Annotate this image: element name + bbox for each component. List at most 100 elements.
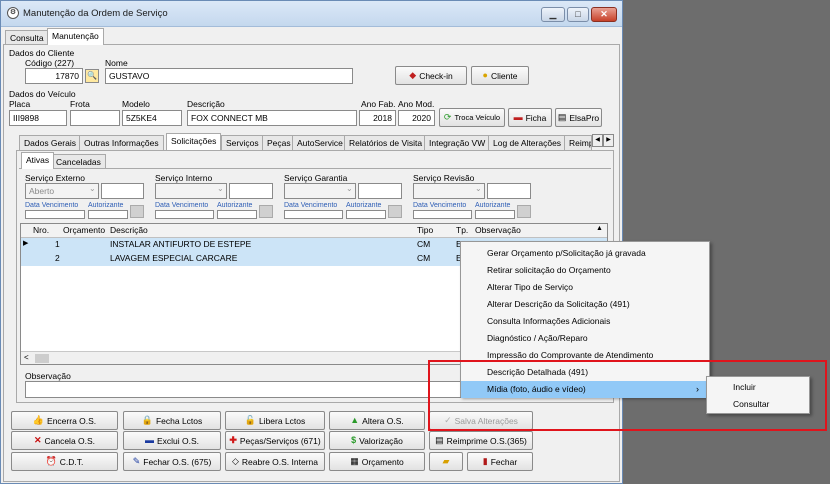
tab-manutencao[interactable]: Manutenção [47, 28, 104, 45]
scroll-up-icon[interactable]: ▲ [596, 225, 603, 232]
autorizante-search-icon[interactable] [259, 205, 273, 218]
fechar-os-button[interactable]: ✎ Fechar O.S. (675) [123, 452, 221, 471]
anomod-field[interactable]: 2020 [398, 110, 435, 126]
servico-externo-label: Serviço Externo [25, 173, 85, 183]
tab-autoservice[interactable]: AutoService [292, 135, 348, 150]
col-tp[interactable]: Tp. [456, 225, 468, 235]
tab-pecas[interactable]: Peças [262, 135, 296, 150]
tab-scroll-left-icon[interactable]: ◀ [592, 134, 603, 147]
autorizante-field[interactable] [346, 210, 386, 219]
frota-label: Frota [70, 99, 90, 109]
tab-canceladas[interactable]: Canceladas [51, 154, 106, 169]
folder-button[interactable]: ▰ [429, 452, 463, 471]
chevron-down-icon: ⌄ [346, 184, 353, 193]
car-icon: ▬ [513, 112, 523, 122]
col-orcamento[interactable]: Orçamento [63, 225, 105, 235]
autorizante-label: Autorizante [88, 202, 124, 209]
autorizante-field[interactable] [217, 210, 257, 219]
servico-garantia-label: Serviço Garantia [284, 173, 348, 183]
search-client-icon[interactable]: 🔍 [85, 69, 99, 83]
autorizante-search-icon[interactable] [130, 205, 144, 218]
valorizacao-button[interactable]: $ Valorização [329, 431, 425, 450]
data-vencimento-field[interactable] [284, 210, 343, 219]
exclui-os-button[interactable]: ▬ Exclui O.S. [123, 431, 221, 450]
servico-revisao-code[interactable] [487, 183, 531, 199]
tab-integracao-vw[interactable]: Integração VW [424, 135, 491, 150]
col-descricao[interactable]: Descrição [110, 225, 148, 235]
data-vencimento-label: Data Vencimento [413, 202, 467, 209]
tab-scroll-right-icon[interactable]: ▶ [603, 134, 614, 147]
modelo-field[interactable]: 5Z5KE4 [122, 110, 182, 126]
printer-icon: ▤ [435, 435, 444, 445]
tab-solicitacoes[interactable]: Solicitações [166, 133, 222, 150]
title-bar[interactable]: ⚙ Manutenção da Ordem de Serviço ▁ □ ✕ [1, 1, 622, 27]
cancela-os-button[interactable]: ✕ Cancela O.S. [11, 431, 118, 450]
col-observacao[interactable]: Observação [475, 225, 521, 235]
menu-gerar-orcamento[interactable]: Gerar Orçamento p/Solicitação já gravada [461, 245, 709, 262]
scroll-left-icon[interactable]: < [24, 353, 29, 362]
col-nro[interactable]: Nro. [33, 225, 49, 235]
codigo-field[interactable]: 17870 [25, 68, 83, 84]
user-icon: ● [482, 70, 488, 80]
tab-outras-informacoes[interactable]: Outras Informações [79, 135, 164, 150]
tab-reimp[interactable]: Reimp [564, 135, 592, 150]
nome-field[interactable]: GUSTAVO [105, 68, 353, 84]
reabre-os-button[interactable]: ◇ Reabre O.S. Interna [225, 452, 325, 471]
descricao-field[interactable]: FOX CONNECT MB [187, 110, 357, 126]
libera-lctos-button[interactable]: 🔓 Libera Lctos [225, 411, 325, 430]
data-vencimento-field[interactable] [155, 210, 214, 219]
placa-field[interactable]: III9898 [9, 110, 67, 126]
menu-alterar-tipo-servico[interactable]: Alterar Tipo de Serviço [461, 279, 709, 296]
data-vencimento-field[interactable] [413, 210, 472, 219]
cliente-section-label: Dados do Cliente [9, 48, 75, 58]
placa-label: Placa [9, 99, 31, 109]
servico-externo-select[interactable]: Aberto [25, 183, 99, 199]
autorizante-search-icon[interactable] [517, 205, 531, 218]
menu-diagnostico[interactable]: Diagnóstico / Ação/Reparo [461, 330, 709, 347]
troca-veiculo-button[interactable]: ⟳ Troca Veículo [439, 108, 505, 127]
document-icon: ▦ [350, 456, 359, 466]
data-vencimento-field[interactable] [25, 210, 85, 219]
chevron-down-icon: ⌄ [475, 184, 482, 193]
minus-icon: ▬ [144, 435, 154, 445]
maximize-button[interactable]: □ [567, 7, 589, 22]
menu-alterar-descricao[interactable]: Alterar Descrição da Solicitação (491) [461, 296, 709, 313]
close-button[interactable]: ✕ [591, 7, 617, 22]
plus-icon: ✚ [229, 435, 237, 445]
pecas-servicos-button[interactable]: ✚ Peças/Serviços (671) [225, 431, 325, 450]
ficha-button[interactable]: ▬ Ficha [508, 108, 552, 127]
servico-interno-code[interactable] [229, 183, 273, 199]
cliente-button[interactable]: ● Cliente [471, 66, 529, 85]
tab-servicos[interactable]: Serviços [221, 135, 264, 150]
autorizante-field[interactable] [88, 210, 128, 219]
codigo-label: Código (227) [25, 58, 75, 68]
nome-label: Nome [105, 58, 128, 68]
tab-ativas[interactable]: Ativas [21, 152, 55, 169]
tab-consulta[interactable]: Consulta [5, 30, 49, 45]
elsapro-button[interactable]: ▤ ElsaPro [555, 108, 602, 127]
servico-garantia-code[interactable] [358, 183, 402, 199]
minimize-button[interactable]: ▁ [541, 7, 565, 22]
anofab-field[interactable]: 2018 [359, 110, 396, 126]
frota-field[interactable] [70, 110, 120, 126]
fechar-button[interactable]: ▮ Fechar [467, 452, 533, 471]
checkin-button[interactable]: ◆ Check-in [395, 66, 467, 85]
tab-dados-gerais[interactable]: Dados Gerais [19, 135, 81, 150]
menu-retirar-solicitacao[interactable]: Retirar solicitação do Orçamento [461, 262, 709, 279]
altera-os-button[interactable]: ▲ Altera O.S. [329, 411, 425, 430]
folder-icon: ▰ [442, 456, 450, 466]
tab-relatorios-visita[interactable]: Relatórios de Visita [344, 135, 428, 150]
cdt-button[interactable]: ⏰ C.D.T. [11, 452, 118, 471]
servico-externo-code[interactable] [101, 183, 144, 199]
autorizante-search-icon[interactable] [388, 205, 402, 218]
col-tipo[interactable]: Tipo [417, 225, 433, 235]
orcamento-button[interactable]: ▦ Orçamento [329, 452, 425, 471]
diamond-icon: ◇ [232, 456, 239, 466]
reimprime-os-button[interactable]: ▤ Reimprime O.S.(365) [429, 431, 533, 450]
scrollbar-thumb[interactable] [35, 354, 49, 363]
autorizante-field[interactable] [475, 210, 515, 219]
fecha-lctos-button[interactable]: 🔒 Fecha Lctos [123, 411, 221, 430]
encerra-os-button[interactable]: 👍 Encerra O.S. [11, 411, 118, 430]
menu-consulta-informacoes[interactable]: Consulta Informações Adicionais [461, 313, 709, 330]
tab-log-alteracoes[interactable]: Log de Alterações [488, 135, 567, 150]
